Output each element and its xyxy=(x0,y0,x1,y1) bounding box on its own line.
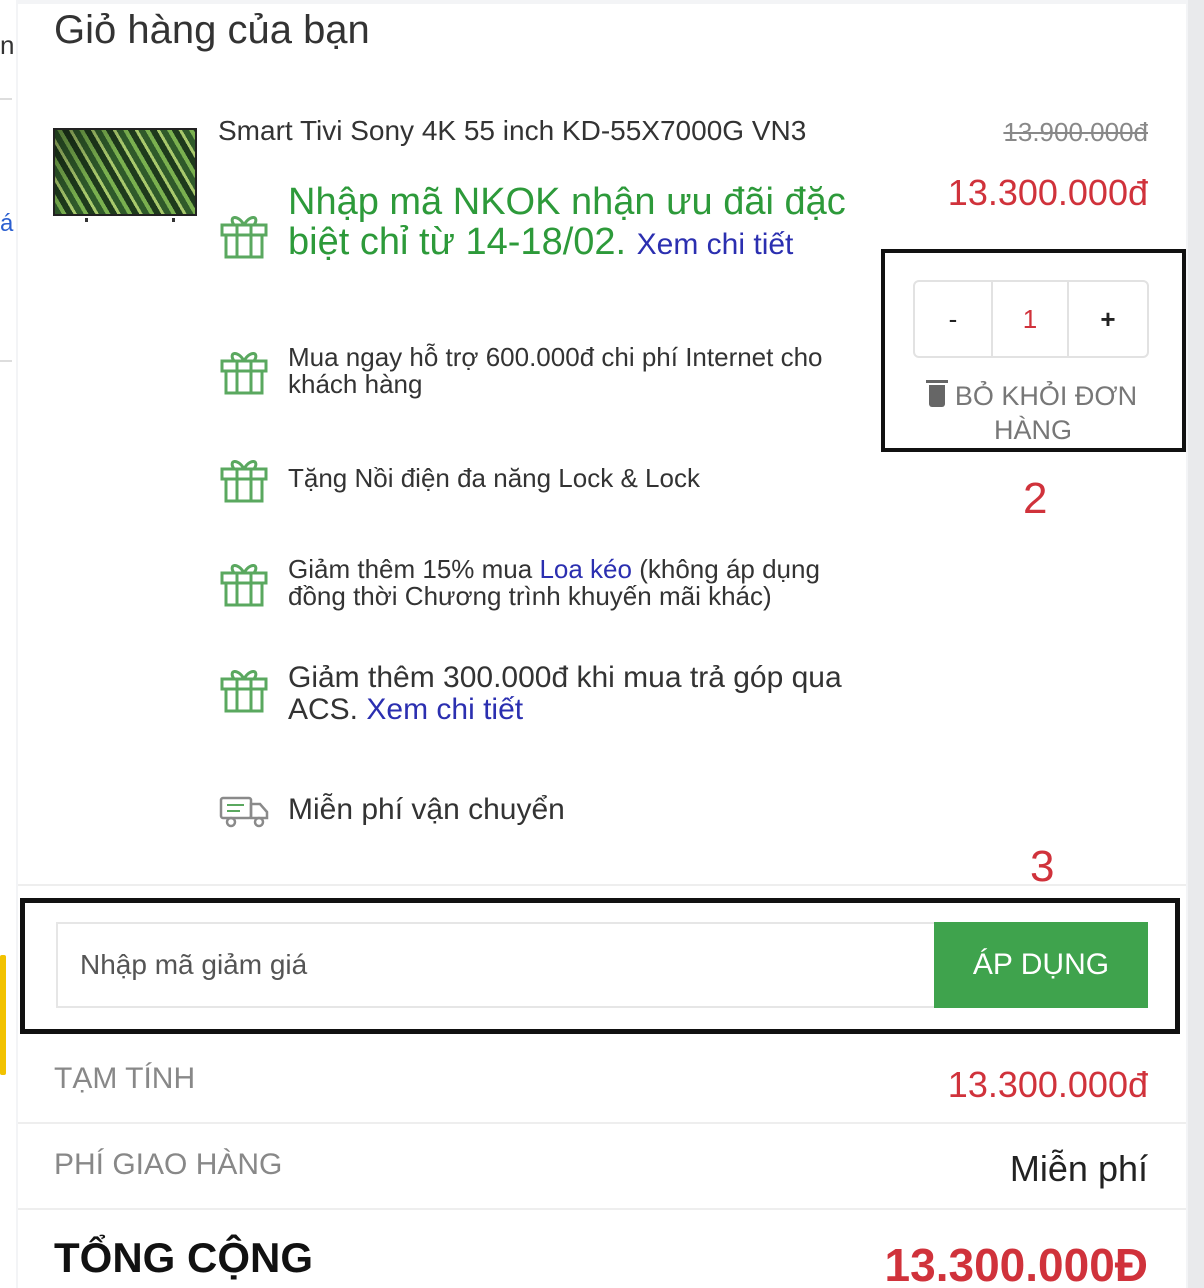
promotion-text: Giảm thêm 15% mua Loa kéo (không áp dụng… xyxy=(288,556,858,610)
promotion-details-link[interactable]: Xem chi tiết xyxy=(366,693,523,726)
background-divider xyxy=(0,360,12,362)
trash-icon xyxy=(925,380,948,407)
gift-icon xyxy=(220,564,268,607)
shipping-fee-label: PHÍ GIAO HÀNG xyxy=(54,1148,283,1181)
product-name[interactable]: Smart Tivi Sony 4K 55 inch KD-55X7000G V… xyxy=(218,115,806,147)
coupon-code-input[interactable] xyxy=(56,922,936,1008)
gift-icon xyxy=(220,352,268,395)
subtotal-label: TẠM TÍNH xyxy=(54,1062,196,1095)
background-text-fragment: á xyxy=(0,210,14,237)
total-value: 13.300.000Đ xyxy=(884,1239,1148,1288)
annotation-marker-3: 3 xyxy=(1030,842,1055,891)
quantity-stepper[interactable]: - 1 + xyxy=(913,280,1149,358)
decrease-quantity-button[interactable]: - xyxy=(915,282,993,356)
subtotal-value: 13.300.000đ xyxy=(947,1064,1148,1105)
promotion-item: Mua ngay hỗ trợ 600.000đ chi phí Interne… xyxy=(218,344,858,398)
loa-keo-link[interactable]: Loa kéo xyxy=(539,554,632,584)
delivery-truck-icon xyxy=(219,796,269,828)
gift-icon xyxy=(220,216,268,259)
gift-icon xyxy=(220,670,268,713)
promotion-item: Miễn phí vận chuyển xyxy=(218,784,868,836)
promotion-text: Tặng Nồi điện đa năng Lock & Lock xyxy=(288,462,700,493)
product-original-price: 13.900.000đ xyxy=(1003,117,1148,147)
remove-label: BỎ KHỎI ĐƠN HÀNG xyxy=(954,381,1138,445)
promotion-details-link[interactable]: Xem chi tiết xyxy=(637,228,794,261)
promotion-text: Giảm thêm 300.000đ khi mua trả góp qua A… xyxy=(288,662,868,726)
promotion-text-content: Giảm thêm 15% mua xyxy=(288,554,533,584)
background-page-edge: n á xyxy=(0,0,16,1288)
remove-from-order-button[interactable]: BỎ KHỎI ĐƠN HÀNG xyxy=(918,379,1148,447)
background-yellow-accent xyxy=(0,955,6,1075)
background-right-edge xyxy=(1188,0,1204,1288)
promotion-item: Giảm thêm 15% mua Loa kéo (không áp dụng… xyxy=(218,556,858,610)
background-text-fragment: n xyxy=(0,30,15,60)
quantity-value[interactable]: 1 xyxy=(993,282,1069,356)
apply-coupon-button[interactable]: ÁP DỤNG xyxy=(934,922,1148,1008)
summary-divider xyxy=(18,1122,1186,1124)
increase-quantity-button[interactable]: + xyxy=(1069,282,1147,356)
background-divider xyxy=(0,98,12,100)
product-thumbnail[interactable] xyxy=(53,128,197,222)
promotion-text: Nhập mã NKOK nhận ưu đãi đặc biệt chỉ từ… xyxy=(288,182,868,265)
annotation-marker-2: 2 xyxy=(1023,474,1048,523)
promotion-item: Giảm thêm 300.000đ khi mua trả góp qua A… xyxy=(218,662,868,726)
summary-divider xyxy=(18,1208,1186,1210)
gift-icon xyxy=(220,460,268,503)
promotion-text: Miễn phí vận chuyển xyxy=(288,793,565,826)
cart-panel: Giỏ hàng của bạn Smart Tivi Sony 4K 55 i… xyxy=(18,4,1186,1288)
total-label: TỔNG CỘNG xyxy=(54,1234,313,1281)
section-divider xyxy=(18,884,1186,886)
promotion-text: Mua ngay hỗ trợ 600.000đ chi phí Interne… xyxy=(288,342,823,399)
promotion-item: Nhập mã NKOK nhận ưu đãi đặc biệt chỉ từ… xyxy=(218,182,868,265)
product-sale-price: 13.300.000đ xyxy=(947,172,1148,213)
cart-title: Giỏ hàng của bạn xyxy=(54,8,370,52)
shipping-fee-value: Miễn phí xyxy=(1009,1148,1148,1189)
promotion-item: Tặng Nồi điện đa năng Lock & Lock xyxy=(218,452,858,504)
